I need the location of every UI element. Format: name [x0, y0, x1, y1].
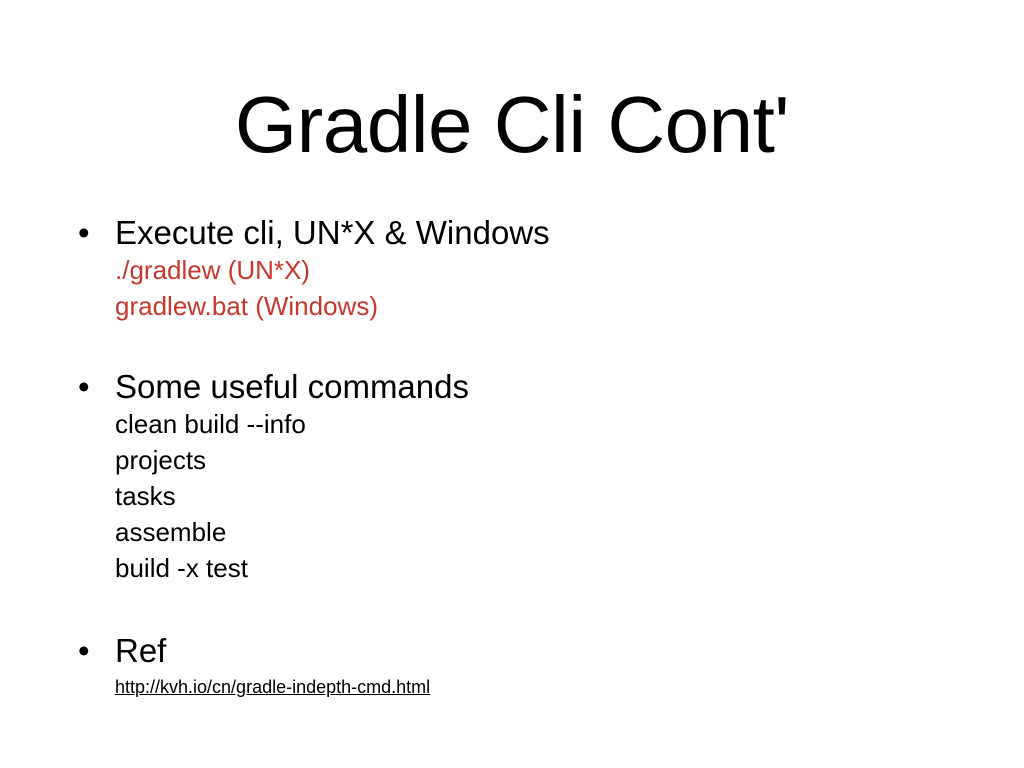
bullet-item-ref: • Ref http://kvh.io/cn/gradle-indepth-cm… [78, 632, 978, 698]
sub-item: projects [115, 445, 207, 475]
bullet-line: • Ref [78, 632, 978, 670]
ref-link-line: http://kvh.io/cn/gradle-indepth-cmd.html [78, 676, 978, 698]
bullet-text: Ref [115, 632, 167, 669]
sub-item: ./gradlew (UN*X) [115, 255, 311, 285]
sub-item: gradlew.bat (Windows) [115, 291, 378, 321]
bullet-icon: • [78, 214, 90, 251]
bullet-text: Some useful commands [115, 368, 469, 405]
bullet-item-execute-cli: • Execute cli, UN*X & Windows ./gradlew … [78, 214, 978, 324]
sub-item: clean build --info [115, 409, 306, 439]
bullet-line: • Some useful commands [78, 368, 978, 406]
sub-item: assemble [115, 517, 227, 547]
bullet-item-useful-commands: • Some useful commands clean build --inf… [78, 368, 978, 586]
sub-item: tasks [115, 481, 176, 511]
bullet-icon: • [78, 368, 90, 405]
bullet-line: • Execute cli, UN*X & Windows [78, 214, 978, 252]
bullet-text: Execute cli, UN*X & Windows [115, 214, 550, 251]
sub-item: build -x test [115, 553, 248, 583]
slide-title: Gradle Cli Cont' [234, 80, 790, 169]
ref-link[interactable]: http://kvh.io/cn/gradle-indepth-cmd.html [115, 677, 430, 697]
bullet-icon: • [78, 632, 90, 669]
